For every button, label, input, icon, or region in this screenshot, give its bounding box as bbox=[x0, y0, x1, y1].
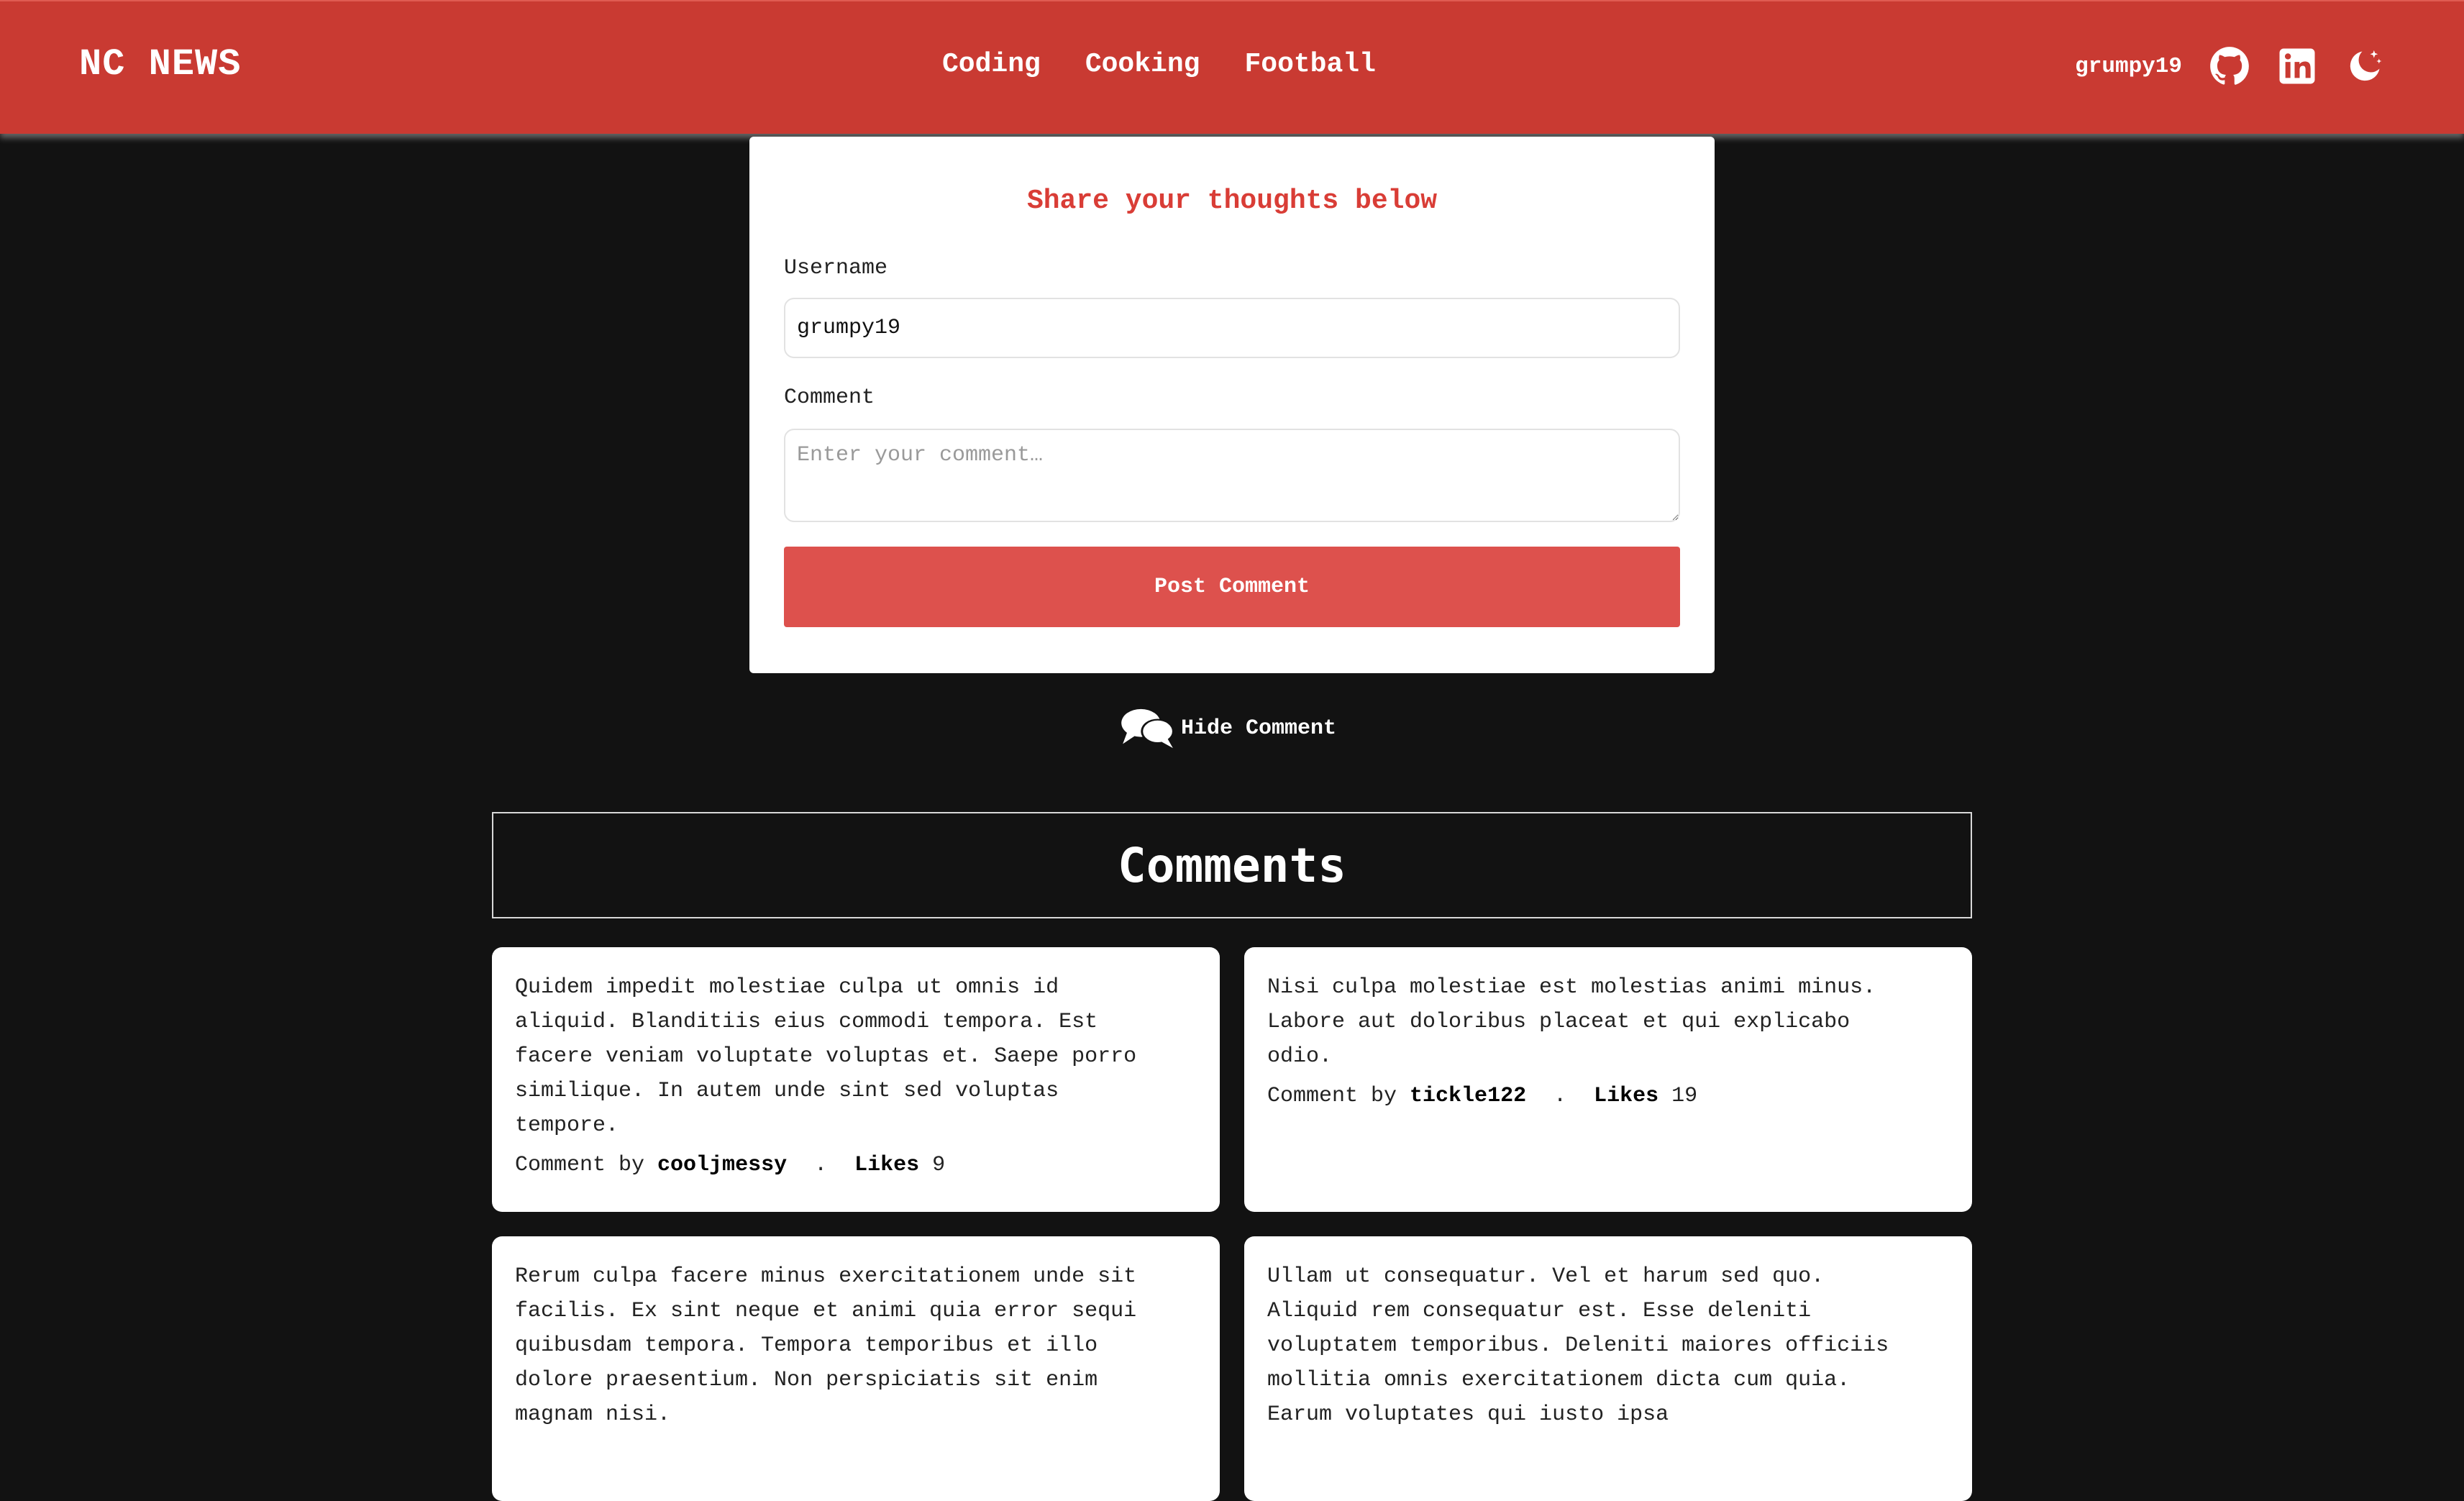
likes-count: 19 bbox=[1671, 1084, 1698, 1108]
comment-body: Ullam ut consequatur. Vel et harum sed q… bbox=[1267, 1264, 1889, 1427]
comment-card: Ullam ut consequatur. Vel et harum sed q… bbox=[1244, 1236, 1972, 1501]
logged-in-username[interactable]: grumpy19 bbox=[2075, 54, 2182, 79]
comment-card: Rerum culpa facere minus exercitationem … bbox=[492, 1236, 1220, 1501]
comment-body: Rerum culpa facere minus exercitationem … bbox=[515, 1264, 1137, 1427]
comment-label: Comment bbox=[784, 385, 875, 410]
comments-list: Quidem impedit molestiae culpa ut omnis … bbox=[492, 947, 1972, 1501]
comment-body: Nisi culpa molestiae est molestias animi… bbox=[1267, 975, 1876, 1069]
likes-label: Likes bbox=[854, 1153, 920, 1177]
comment-textarea[interactable] bbox=[784, 429, 1680, 522]
post-comment-button[interactable]: Post Comment bbox=[784, 547, 1680, 627]
top-navbar: NC NEWS Coding Cooking Football grumpy19 bbox=[0, 0, 2464, 134]
site-logo[interactable]: NC NEWS bbox=[79, 43, 241, 86]
username-field[interactable] bbox=[784, 298, 1680, 358]
username-label: Username bbox=[784, 256, 888, 280]
comment-meta: Comment by cooljmessy . Likes 9 bbox=[515, 1153, 1197, 1177]
likes-count: 9 bbox=[932, 1153, 946, 1177]
form-title: Share your thoughts below bbox=[1026, 186, 1438, 216]
hide-comments-label: Hide Comment bbox=[1181, 716, 1337, 741]
likes-label: Likes bbox=[1594, 1084, 1659, 1108]
comments-icon bbox=[1121, 708, 1174, 749]
comment-card: Quidem impedit molestiae culpa ut omnis … bbox=[492, 947, 1220, 1212]
meta-separator: . bbox=[1553, 1084, 1567, 1108]
topic-link-cooking[interactable]: Cooking bbox=[1085, 49, 1200, 80]
nav-right-group: grumpy19 bbox=[2075, 46, 2385, 86]
comment-author: cooljmessy bbox=[657, 1153, 788, 1177]
comment-meta: Comment by tickle122 . Likes 19 bbox=[1267, 1084, 1949, 1108]
hide-comments-toggle[interactable]: Hide Comment bbox=[1119, 706, 1336, 751]
meta-separator: . bbox=[814, 1153, 828, 1177]
dark-mode-icon[interactable] bbox=[2345, 46, 2385, 86]
topic-nav: Coding Cooking Football bbox=[942, 49, 1376, 80]
comment-card: Nisi culpa molestiae est molestias animi… bbox=[1244, 947, 1972, 1212]
comments-heading-box: Comments bbox=[492, 812, 1972, 918]
comment-author: tickle122 bbox=[1410, 1084, 1527, 1108]
comment-by-label: Comment by bbox=[515, 1153, 645, 1177]
comment-by-label: Comment by bbox=[1267, 1084, 1397, 1108]
comment-form-card: Share your thoughts below Username Comme… bbox=[749, 137, 1715, 673]
github-icon[interactable] bbox=[2209, 46, 2250, 86]
comments-heading: Comments bbox=[1118, 837, 1346, 893]
topic-link-coding[interactable]: Coding bbox=[942, 49, 1041, 80]
topic-link-football[interactable]: Football bbox=[1244, 49, 1375, 80]
linkedin-icon[interactable] bbox=[2277, 46, 2317, 86]
comment-body: Quidem impedit molestiae culpa ut omnis … bbox=[515, 975, 1137, 1138]
